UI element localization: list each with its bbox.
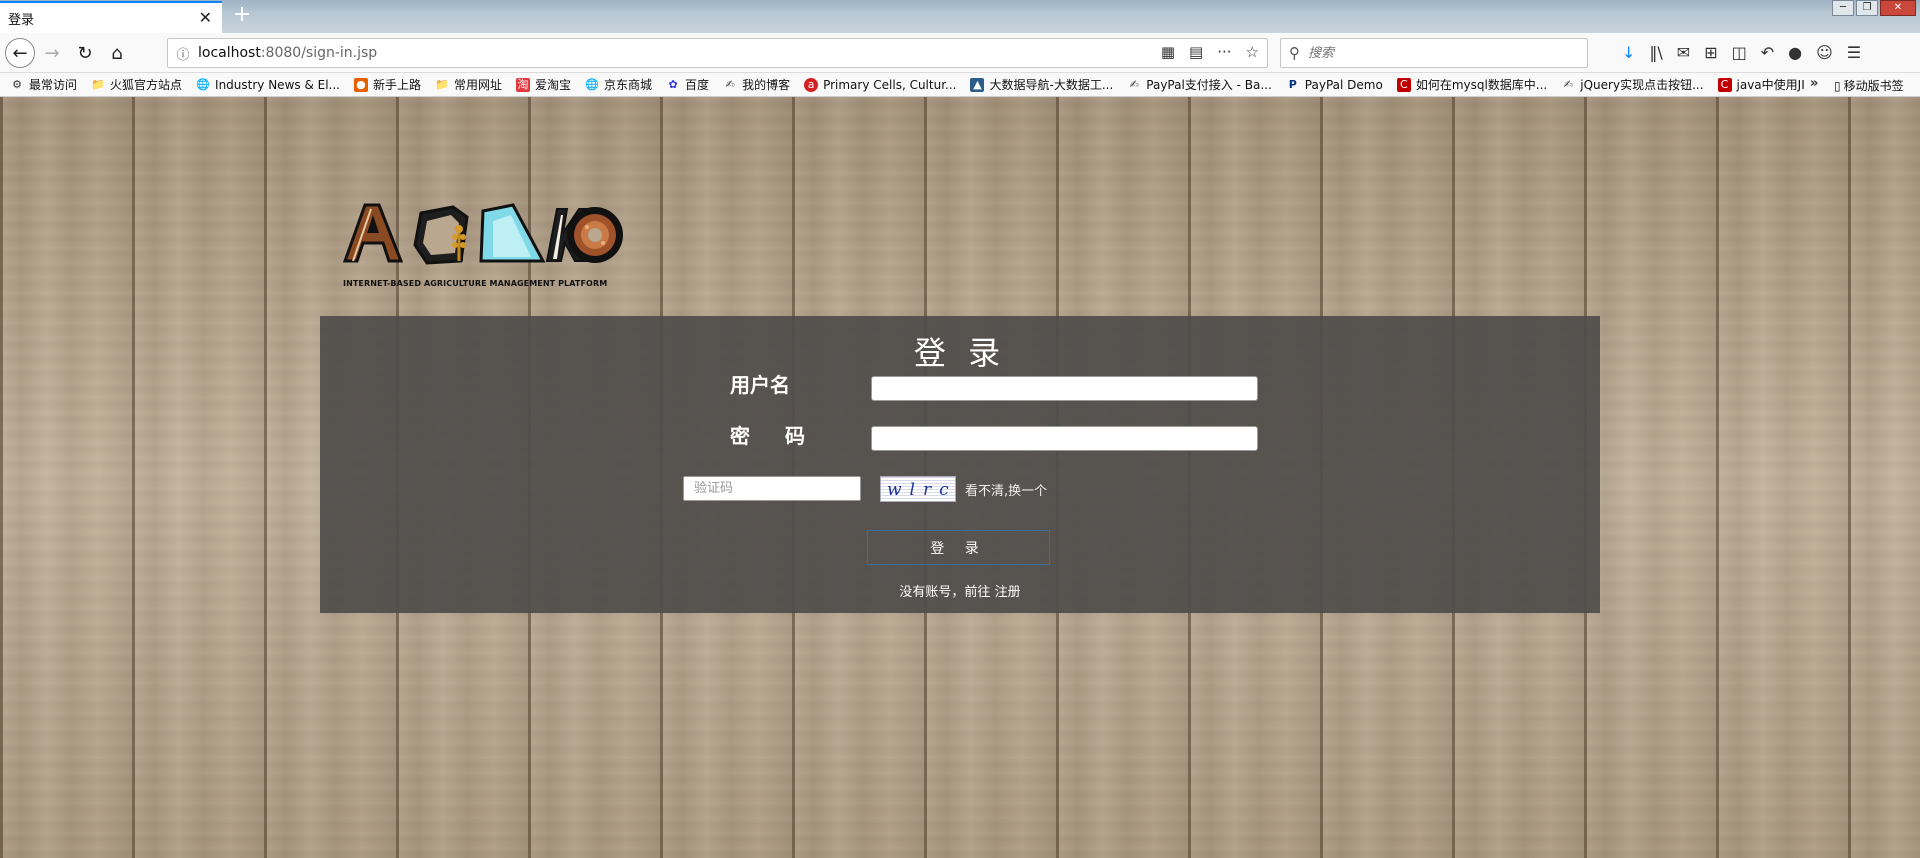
captcha-refresh-link[interactable]: 看不清,换一个 (965, 480, 1047, 499)
bookmark-item[interactable]: ▲ 大数据导航-大数据工... (970, 76, 1113, 93)
blog-icon: ✍ (725, 77, 735, 91)
mobile-bookmarks-folder[interactable]: ▯ 移动版书签 (1834, 77, 1904, 94)
reload-icon[interactable]: ↻ (72, 40, 98, 66)
bookmark-item[interactable]: 淘爱淘宝 (516, 76, 571, 93)
csdn-icon: C (1717, 77, 1732, 92)
username-input[interactable] (871, 376, 1258, 401)
url-bar[interactable]: ⓘ localhost:8080/sign-in.jsp ▦ ▤ ··· ☆ (167, 38, 1268, 68)
folder-icon: 📁 (91, 77, 105, 91)
bookmark-item[interactable]: ✍ PayPal支付接入 - Ba... (1127, 76, 1272, 93)
folder-icon: 📁 (435, 77, 449, 91)
logo-graphic (342, 203, 623, 265)
password-input[interactable] (871, 426, 1258, 451)
undo-icon[interactable]: ↶ (1761, 43, 1774, 62)
register-prompt: 没有账号，前往 注册 (320, 581, 1600, 600)
login-button[interactable]: 登 录 (867, 530, 1050, 565)
logo-tagline: INTERNET-BASED AGRICULTURE MANAGEMENT PL… (343, 279, 608, 288)
forward-arrow-icon[interactable]: → (39, 40, 65, 66)
search-icon: ⚲ (1289, 44, 1300, 62)
mobile-icon: ▯ (1834, 78, 1841, 93)
captcha-image[interactable]: wlrc (880, 476, 956, 502)
bookmark-folder[interactable]: 📁 常用网址 (435, 76, 502, 93)
search-input[interactable] (1308, 45, 1558, 61)
bookmark-item[interactable]: P PayPal Demo (1286, 78, 1383, 92)
bookmark-item[interactable]: ✍ 我的博客 (723, 76, 790, 93)
download-icon[interactable]: ↓ (1622, 43, 1635, 62)
bookmarks-toolbar: ⚙ 最常访问 📁 火狐官方站点 🌐 Industry News & El... ● 新手… (0, 73, 1920, 97)
blog-icon: ✍ (1563, 77, 1573, 91)
blog-icon: ✍ (1129, 77, 1139, 91)
account-icon[interactable]: ☺ (1816, 43, 1833, 62)
window-close-button[interactable]: ✕ (1880, 0, 1916, 16)
sidebar-icon[interactable]: ◫ (1732, 43, 1747, 62)
search-bar[interactable]: ⚲ (1280, 38, 1588, 68)
bookmark-item[interactable]: 🌐 京东商城 (585, 76, 652, 93)
reader-view-icon[interactable]: ▤ (1189, 43, 1203, 61)
bookmark-item[interactable]: Cjava中使用JI (1717, 76, 1805, 93)
window-controls: ─ ❐ ✕ (1832, 0, 1916, 16)
agmo-logo: INTERNET-BASED AGRICULTURE MANAGEMENT PL… (342, 201, 623, 297)
bookmark-item[interactable]: 🌐 Industry News & El... (196, 78, 340, 92)
paypal-icon: P (1288, 77, 1297, 91)
more-bookmarks-chevron-icon[interactable]: » (1810, 76, 1818, 91)
globe-icon[interactable]: ● (1788, 43, 1802, 62)
taobao-icon: 淘 (516, 77, 531, 92)
bookmark-item[interactable]: C 如何在mysql数据库中... (1396, 76, 1547, 93)
bookmark-item[interactable]: ● 新手上路 (353, 76, 421, 93)
password-label: 密 码 (730, 424, 819, 448)
chat-icon[interactable]: ✉ (1677, 43, 1690, 62)
bigdata-icon: ▲ (970, 77, 985, 92)
tab-title: 登录 (8, 12, 35, 28)
url-actions: ▦ ▤ ··· ☆ (1161, 43, 1259, 61)
minimize-button[interactable]: ─ (1832, 0, 1854, 16)
bookmark-item[interactable]: a Primary Cells, Cultur... (804, 77, 956, 92)
bookmark-item[interactable]: ⚙ 最常访问 (10, 76, 77, 93)
url-host: localhost (198, 45, 261, 61)
url-path: :8080/sign-in.jsp (260, 45, 378, 61)
bookmark-folder[interactable]: 📁 火狐官方站点 (91, 76, 182, 93)
toolbar-icons: ↓ ‖\ ✉ ⊞ ◫ ↶ ● ☺ ☰ (1622, 43, 1861, 62)
captcha-input[interactable] (683, 476, 861, 501)
register-prefix: 没有账号，前往 (899, 585, 995, 600)
login-panel: 登 录 用户名 密 码 wlrc 看不清,换一个 登 录 没有账号，前往 注册 (320, 316, 1600, 613)
csdn-icon: C (1396, 77, 1411, 92)
restore-button[interactable]: ❐ (1856, 0, 1878, 16)
bookmark-star-icon[interactable]: ☆ (1246, 43, 1259, 61)
site-info-icon[interactable]: ⓘ (168, 44, 198, 63)
qr-code-icon[interactable]: ▦ (1161, 43, 1175, 61)
home-icon[interactable]: ⌂ (104, 40, 130, 66)
page-body: INTERNET-BASED AGRICULTURE MANAGEMENT PL… (0, 97, 1920, 858)
register-link[interactable]: 注册 (995, 585, 1021, 600)
username-label: 用户名 (730, 373, 790, 397)
new-tab-button[interactable]: + (230, 4, 254, 28)
navigation-toolbar: ← → ↻ ⌂ ⓘ localhost:8080/sign-in.jsp ▦ ▤… (0, 33, 1920, 73)
bookmark-item[interactable]: ✍ jQuery实现点击按钮... (1561, 76, 1704, 93)
library-icon[interactable]: ‖\ (1649, 43, 1662, 62)
back-arrow-icon[interactable]: ← (5, 38, 35, 68)
baidu-icon: ✿ (668, 77, 678, 91)
globe-icon: 🌐 (196, 77, 210, 91)
tab-strip: 登录 ✕ + ─ ❐ ✕ (0, 0, 1920, 33)
bookmark-item[interactable]: ✿ 百度 (666, 76, 709, 93)
atcc-icon: a (804, 77, 819, 92)
tab-active[interactable]: 登录 ✕ (0, 1, 222, 33)
page-actions-icon[interactable]: ··· (1217, 43, 1231, 61)
close-tab-icon[interactable]: ✕ (199, 9, 212, 27)
globe-icon: 🌐 (585, 77, 599, 91)
login-title: 登 录 (913, 334, 1007, 372)
firefox-icon: ● (353, 77, 368, 92)
gear-icon: ⚙ (12, 77, 22, 91)
crop-icon[interactable]: ⊞ (1704, 43, 1717, 62)
menu-icon[interactable]: ☰ (1847, 43, 1861, 62)
